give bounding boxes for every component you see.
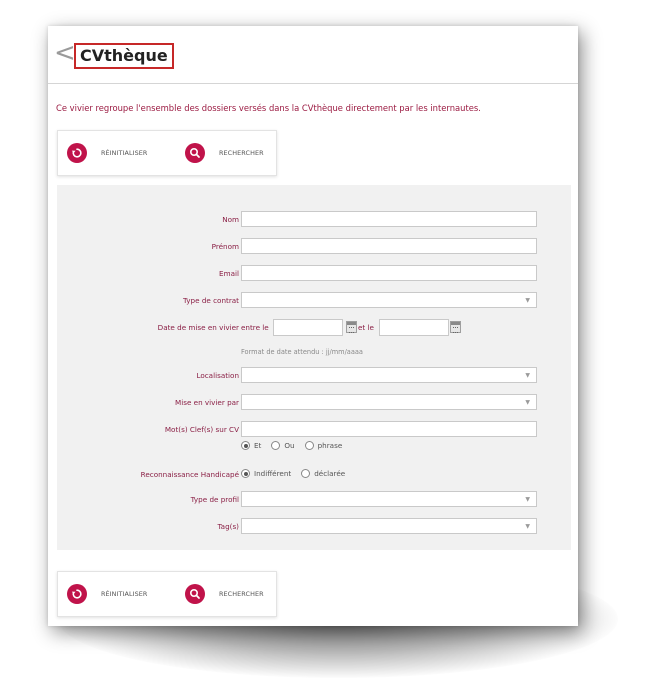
prenom-label: Prénom	[211, 242, 239, 251]
keywords-label: Mot(s) Clef(s) sur CV	[164, 425, 239, 434]
keywords-input[interactable]	[241, 421, 537, 437]
radio-et-label: Et	[254, 441, 262, 450]
radio-ou[interactable]: Ou	[271, 441, 295, 450]
tags-select[interactable]: ▼	[241, 518, 537, 534]
reset-icon	[67, 143, 87, 163]
row-prenom: Prénom	[57, 238, 571, 256]
reset-icon	[67, 584, 87, 604]
chevron-down-icon: ▼	[525, 372, 530, 379]
type-contrat-select[interactable]: ▼	[241, 292, 537, 308]
row-email: Email	[57, 265, 571, 283]
nom-input[interactable]	[241, 211, 537, 227]
page-title: CVthèque	[74, 43, 174, 69]
radio-phrase-dot	[304, 441, 314, 450]
row-tags: Tag(s) ▼	[57, 518, 571, 536]
radio-et[interactable]: Et	[241, 441, 261, 450]
handicap-radios: Indifférent déclarée	[241, 469, 355, 478]
row-type-profil: Type de profil ▼	[57, 491, 571, 509]
search-button-label: RECHERCHER	[219, 149, 264, 157]
row-localisation: Localisation ▼	[57, 367, 571, 385]
date-to-input[interactable]	[379, 319, 449, 336]
radio-phrase-label: phrase	[317, 441, 343, 450]
email-label: Email	[219, 269, 239, 278]
tags-label: Tag(s)	[217, 522, 239, 531]
row-keywords: Mot(s) Clef(s) sur CV	[57, 421, 571, 439]
reset-button[interactable]: RÉINITIALISER	[67, 142, 147, 164]
type-profil-select[interactable]: ▼	[241, 491, 537, 507]
radio-indifferent-label: Indifférent	[254, 469, 292, 478]
reset-button-label: RÉINITIALISER	[101, 590, 148, 598]
reset-button-label: RÉINITIALISER	[101, 149, 148, 157]
chevron-down-icon: ▼	[525, 399, 530, 406]
chevron-down-icon: ▼	[525, 496, 530, 503]
page-header: < CVthèque	[48, 26, 578, 84]
row-nom: Nom	[57, 211, 571, 229]
calendar-icon[interactable]	[450, 321, 461, 333]
radio-indifferent[interactable]: Indifférent	[241, 469, 291, 478]
row-type-contrat: Type de contrat ▼	[57, 292, 571, 310]
reset-button[interactable]: RÉINITIALISER	[67, 583, 147, 605]
handicap-label: Reconnaissance Handicapé	[140, 470, 239, 479]
email-input[interactable]	[241, 265, 537, 281]
cvtheque-window: < CVthèque Ce vivier regroupe l'ensemble…	[48, 26, 578, 626]
localisation-label: Localisation	[196, 371, 239, 380]
action-toolbar-bottom: RÉINITIALISER RECHERCHER	[57, 571, 277, 617]
search-button[interactable]: RECHERCHER	[185, 583, 264, 605]
type-contrat-label: Type de contrat	[183, 296, 239, 305]
row-mise-par: Mise en vivier par ▼	[57, 394, 571, 412]
action-toolbar-top: RÉINITIALISER RECHERCHER	[57, 130, 277, 176]
date-from-input[interactable]	[273, 319, 343, 336]
type-profil-label: Type de profil	[190, 495, 239, 504]
calendar-icon[interactable]	[346, 321, 357, 333]
search-button-label: RECHERCHER	[219, 590, 264, 598]
prenom-input[interactable]	[241, 238, 537, 254]
date-between-label: entre le	[241, 323, 269, 332]
radio-declaree-label: déclarée	[314, 469, 346, 478]
radio-declaree-dot	[301, 469, 311, 478]
radio-ou-dot	[271, 441, 281, 450]
chevron-down-icon: ▼	[525, 523, 530, 530]
radio-et-dot	[241, 441, 250, 450]
radio-indifferent-dot	[241, 469, 250, 478]
radio-phrase[interactable]: phrase	[304, 441, 343, 450]
back-chevron-icon[interactable]: <	[54, 40, 76, 66]
search-icon	[185, 584, 205, 604]
row-handicap: Reconnaissance Handicapé Indifférent déc…	[57, 466, 571, 484]
intro-text: Ce vivier regroupe l'ensemble des dossie…	[56, 103, 481, 113]
date-and-label: et le	[358, 323, 374, 332]
mise-par-select[interactable]: ▼	[241, 394, 537, 410]
search-form: Nom Prénom Email Type de contrat ▼ Date …	[57, 185, 571, 550]
date-label: Date de mise en vivier	[157, 323, 239, 332]
row-date: Date de mise en vivier entre le et le	[57, 319, 571, 337]
chevron-down-icon: ▼	[525, 297, 530, 304]
mise-par-label: Mise en vivier par	[175, 398, 239, 407]
radio-ou-label: Ou	[284, 441, 295, 450]
date-format-hint: Format de date attendu : jj/mm/aaaa	[241, 348, 363, 356]
keyword-mode-radios: Et Ou phrase	[241, 441, 352, 450]
search-icon	[185, 143, 205, 163]
radio-declaree[interactable]: déclarée	[301, 469, 345, 478]
nom-label: Nom	[222, 215, 239, 224]
localisation-select[interactable]: ▼	[241, 367, 537, 383]
search-button[interactable]: RECHERCHER	[185, 142, 264, 164]
